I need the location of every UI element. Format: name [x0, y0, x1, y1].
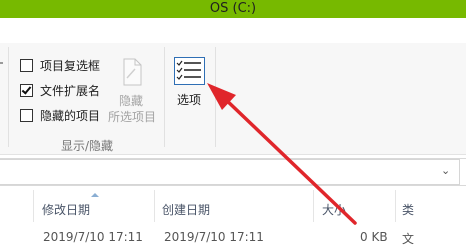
column-header-size[interactable]: 大小 [322, 201, 346, 218]
column-header-date-created[interactable]: 创建日期 [162, 201, 210, 218]
cell-date-created: 2019/7/10 17:11 [164, 230, 264, 244]
column-header-type[interactable]: 类 [402, 201, 414, 218]
column-header-date-modified[interactable]: 修改日期 [42, 201, 90, 218]
cell-size: 0 KB [360, 230, 388, 244]
checkbox-label: 隐藏的项目 [40, 108, 101, 123]
check-mark-icon [21, 83, 32, 95]
window-title: OS (C:) [209, 1, 257, 16]
options-button-label[interactable]: 选项 [177, 91, 201, 108]
checkbox-label: 项目复选框 [40, 58, 101, 73]
address-bar[interactable]: ⌄ [0, 158, 466, 186]
column-header-row: 修改日期 创建日期 大小 类 [0, 198, 466, 218]
ribbon-divider [164, 47, 165, 147]
ribbon-left-group-marker [0, 62, 3, 64]
title-bar: OS (C:) [0, 0, 466, 18]
address-field[interactable] [0, 159, 460, 185]
cell-date-modified: 2019/7/10 17:11 [43, 230, 143, 244]
item-checkboxes-checkbox[interactable] [20, 58, 33, 72]
checkbox-hidden-items[interactable]: 隐藏的项目 [20, 107, 100, 123]
checkbox-file-extensions[interactable]: 文件扩展名 [20, 82, 100, 98]
group-label-show-hide: 显示/隐藏 [61, 139, 114, 153]
checkbox-label: 文件扩展名 [40, 83, 101, 98]
hide-selected-label-1[interactable]: 隐藏 [119, 92, 143, 109]
hidden-items-checkbox[interactable] [20, 108, 33, 122]
table-row[interactable]: 2019/7/10 17:11 2019/7/10 17:11 0 KB 文 [0, 226, 466, 248]
checkbox-item-checkboxes[interactable]: 项目复选框 [20, 57, 100, 73]
hide-selected-label-2[interactable]: 所选项目 [108, 108, 156, 125]
ribbon-divider [215, 47, 216, 147]
sort-ascending-icon [91, 193, 99, 197]
file-extensions-checkbox[interactable] [20, 83, 33, 97]
options-checklist-icon[interactable] [174, 57, 205, 85]
chevron-down-icon[interactable]: ⌄ [441, 164, 450, 177]
ribbon-divider [8, 47, 9, 147]
cell-type: 文 [402, 232, 415, 246]
hide-selected-icon [123, 58, 142, 86]
